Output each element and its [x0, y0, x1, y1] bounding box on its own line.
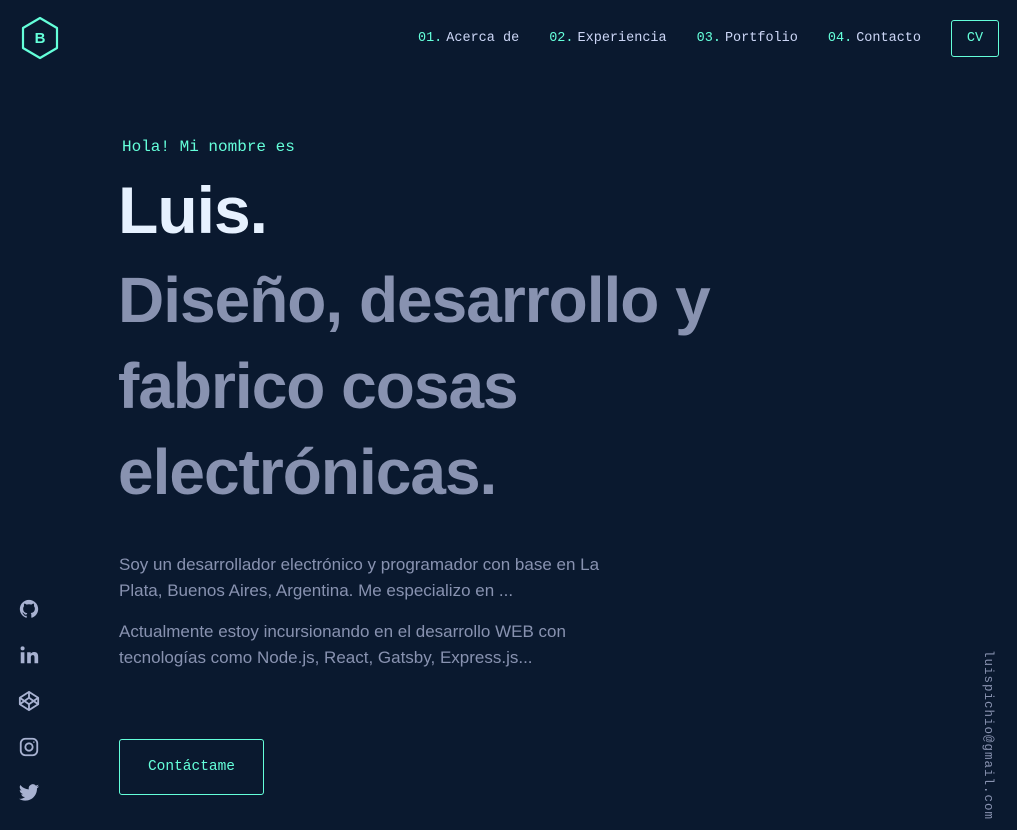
- nav-item-number: 04.: [827, 30, 853, 46]
- nav-item-label: Contacto: [856, 30, 921, 46]
- nav-item-label: Acerca de: [446, 30, 520, 46]
- linkedin-icon[interactable]: [18, 644, 40, 666]
- social-links: [18, 598, 40, 828]
- nav-item-number: 03.: [696, 30, 721, 46]
- github-icon[interactable]: [18, 598, 40, 620]
- logo-letter: B: [34, 29, 46, 47]
- nav-item-portfolio[interactable]: 03. Portfolio: [697, 31, 798, 46]
- hero-name: Luis.: [118, 173, 268, 247]
- nav-item-label: Experiencia: [577, 30, 667, 46]
- cv-button[interactable]: CV: [951, 19, 999, 57]
- nav-item-number: 02.: [549, 30, 574, 46]
- twitter-icon[interactable]: [18, 782, 40, 804]
- nav-item-contacto[interactable]: 04. Contacto: [828, 31, 921, 46]
- hero-description: Soy un desarrollador electrónico y progr…: [119, 555, 600, 600]
- hero-greeting: Hola! Mi nombre es: [122, 138, 295, 156]
- nav-item-acerca[interactable]: 01. Acerca de: [418, 31, 519, 46]
- hero-description-current: Actualmente estoy incursionando en el de…: [119, 622, 566, 667]
- email-link[interactable]: luispichio@gmail.com: [981, 650, 995, 820]
- nav-item-label: Portfolio: [724, 30, 798, 46]
- nav-item-experiencia[interactable]: 02. Experiencia: [549, 31, 666, 46]
- contact-button[interactable]: Contáctame: [119, 739, 264, 795]
- instagram-icon[interactable]: [18, 736, 40, 758]
- nav-item-number: 01.: [417, 30, 443, 46]
- codepen-icon[interactable]: [18, 690, 40, 712]
- logo[interactable]: B: [20, 16, 60, 60]
- hero-tagline: Diseño, desarrollo y fabrico cosas elect…: [118, 264, 711, 508]
- main-nav: 01. Acerca de 02. Experiencia 03. Portfolio…: [418, 18, 999, 58]
